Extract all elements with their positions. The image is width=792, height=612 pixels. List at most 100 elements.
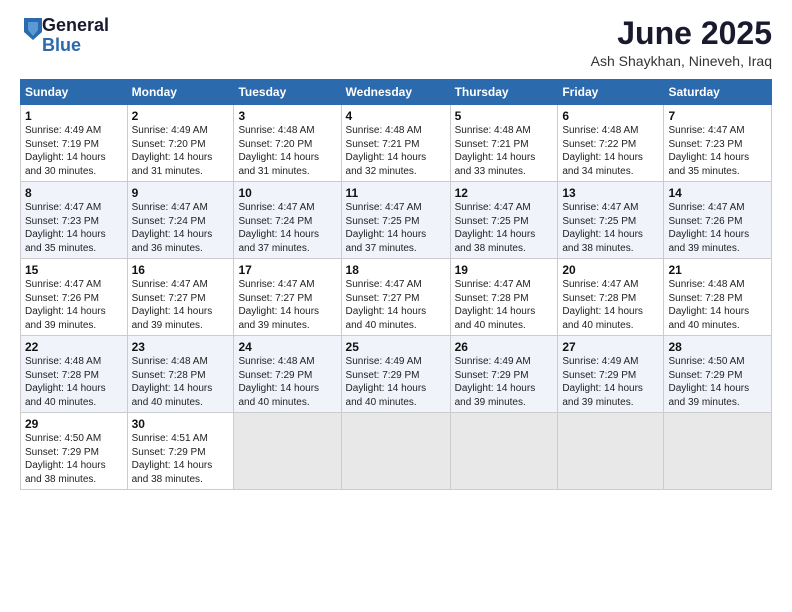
- daylight-text: Daylight: 14 hours and 37 minutes.: [346, 229, 427, 254]
- sunrise-text: Sunrise: 4:47 AM: [25, 279, 101, 290]
- day-info: Sunrise: 4:49 AM Sunset: 7:19 PM Dayligh…: [25, 124, 123, 178]
- day-number: 25: [346, 340, 446, 354]
- sunset-text: Sunset: 7:22 PM: [562, 139, 636, 150]
- day-cell: 1 Sunrise: 4:49 AM Sunset: 7:19 PM Dayli…: [21, 105, 128, 182]
- day-number: 28: [668, 340, 767, 354]
- day-info: Sunrise: 4:47 AM Sunset: 7:25 PM Dayligh…: [455, 201, 554, 255]
- daylight-text: Daylight: 14 hours and 39 minutes.: [668, 229, 749, 254]
- col-saturday: Saturday: [664, 80, 772, 105]
- sunrise-text: Sunrise: 4:48 AM: [562, 125, 638, 136]
- daylight-text: Daylight: 14 hours and 31 minutes.: [238, 152, 319, 177]
- day-cell: 13 Sunrise: 4:47 AM Sunset: 7:25 PM Dayl…: [558, 182, 664, 259]
- day-cell: 4 Sunrise: 4:48 AM Sunset: 7:21 PM Dayli…: [341, 105, 450, 182]
- day-cell: 26 Sunrise: 4:49 AM Sunset: 7:29 PM Dayl…: [450, 336, 558, 413]
- daylight-text: Daylight: 14 hours and 39 minutes.: [238, 306, 319, 331]
- day-number: 6: [562, 109, 659, 123]
- day-info: Sunrise: 4:47 AM Sunset: 7:27 PM Dayligh…: [132, 278, 230, 332]
- day-number: 17: [238, 263, 336, 277]
- day-cell: [664, 413, 772, 490]
- daylight-text: Daylight: 14 hours and 38 minutes.: [25, 460, 106, 485]
- daylight-text: Daylight: 14 hours and 40 minutes.: [562, 306, 643, 331]
- day-info: Sunrise: 4:48 AM Sunset: 7:28 PM Dayligh…: [668, 278, 767, 332]
- day-info: Sunrise: 4:47 AM Sunset: 7:26 PM Dayligh…: [25, 278, 123, 332]
- daylight-text: Daylight: 14 hours and 39 minutes.: [562, 383, 643, 408]
- day-info: Sunrise: 4:47 AM Sunset: 7:23 PM Dayligh…: [25, 201, 123, 255]
- sunset-text: Sunset: 7:27 PM: [346, 293, 420, 304]
- daylight-text: Daylight: 14 hours and 30 minutes.: [25, 152, 106, 177]
- sunset-text: Sunset: 7:26 PM: [25, 293, 99, 304]
- sunrise-text: Sunrise: 4:49 AM: [562, 356, 638, 367]
- page: General Blue June 2025 Ash Shaykhan, Nin…: [0, 0, 792, 612]
- day-cell: 10 Sunrise: 4:47 AM Sunset: 7:24 PM Dayl…: [234, 182, 341, 259]
- day-cell: 29 Sunrise: 4:50 AM Sunset: 7:29 PM Dayl…: [21, 413, 128, 490]
- sunset-text: Sunset: 7:21 PM: [346, 139, 420, 150]
- day-cell: [234, 413, 341, 490]
- week-row-3: 15 Sunrise: 4:47 AM Sunset: 7:26 PM Dayl…: [21, 259, 772, 336]
- day-number: 10: [238, 186, 336, 200]
- day-cell: 17 Sunrise: 4:47 AM Sunset: 7:27 PM Dayl…: [234, 259, 341, 336]
- col-monday: Monday: [127, 80, 234, 105]
- daylight-text: Daylight: 14 hours and 33 minutes.: [455, 152, 536, 177]
- day-number: 30: [132, 417, 230, 431]
- sunrise-text: Sunrise: 4:48 AM: [132, 356, 208, 367]
- logo-general-text: General: [42, 16, 109, 36]
- day-number: 26: [455, 340, 554, 354]
- sunrise-text: Sunrise: 4:50 AM: [25, 433, 101, 444]
- day-cell: 20 Sunrise: 4:47 AM Sunset: 7:28 PM Dayl…: [558, 259, 664, 336]
- day-cell: 30 Sunrise: 4:51 AM Sunset: 7:29 PM Dayl…: [127, 413, 234, 490]
- day-info: Sunrise: 4:47 AM Sunset: 7:28 PM Dayligh…: [455, 278, 554, 332]
- day-cell: 9 Sunrise: 4:47 AM Sunset: 7:24 PM Dayli…: [127, 182, 234, 259]
- day-cell: 11 Sunrise: 4:47 AM Sunset: 7:25 PM Dayl…: [341, 182, 450, 259]
- sunrise-text: Sunrise: 4:48 AM: [346, 125, 422, 136]
- day-info: Sunrise: 4:47 AM Sunset: 7:27 PM Dayligh…: [346, 278, 446, 332]
- day-cell: 25 Sunrise: 4:49 AM Sunset: 7:29 PM Dayl…: [341, 336, 450, 413]
- sunrise-text: Sunrise: 4:47 AM: [668, 125, 744, 136]
- day-number: 9: [132, 186, 230, 200]
- daylight-text: Daylight: 14 hours and 35 minutes.: [25, 229, 106, 254]
- location: Ash Shaykhan, Nineveh, Iraq: [591, 53, 772, 69]
- sunset-text: Sunset: 7:27 PM: [132, 293, 206, 304]
- day-info: Sunrise: 4:48 AM Sunset: 7:21 PM Dayligh…: [346, 124, 446, 178]
- day-number: 8: [25, 186, 123, 200]
- day-info: Sunrise: 4:48 AM Sunset: 7:22 PM Dayligh…: [562, 124, 659, 178]
- week-row-4: 22 Sunrise: 4:48 AM Sunset: 7:28 PM Dayl…: [21, 336, 772, 413]
- day-info: Sunrise: 4:50 AM Sunset: 7:29 PM Dayligh…: [25, 432, 123, 486]
- col-thursday: Thursday: [450, 80, 558, 105]
- day-info: Sunrise: 4:49 AM Sunset: 7:29 PM Dayligh…: [346, 355, 446, 409]
- day-info: Sunrise: 4:47 AM Sunset: 7:28 PM Dayligh…: [562, 278, 659, 332]
- sunset-text: Sunset: 7:29 PM: [132, 447, 206, 458]
- sunrise-text: Sunrise: 4:49 AM: [346, 356, 422, 367]
- day-number: 2: [132, 109, 230, 123]
- day-number: 18: [346, 263, 446, 277]
- day-number: 24: [238, 340, 336, 354]
- day-cell: 3 Sunrise: 4:48 AM Sunset: 7:20 PM Dayli…: [234, 105, 341, 182]
- daylight-text: Daylight: 14 hours and 40 minutes.: [25, 383, 106, 408]
- week-row-1: 1 Sunrise: 4:49 AM Sunset: 7:19 PM Dayli…: [21, 105, 772, 182]
- day-info: Sunrise: 4:48 AM Sunset: 7:28 PM Dayligh…: [132, 355, 230, 409]
- day-number: 12: [455, 186, 554, 200]
- logo-blue-text: Blue: [42, 36, 109, 56]
- week-row-5: 29 Sunrise: 4:50 AM Sunset: 7:29 PM Dayl…: [21, 413, 772, 490]
- day-info: Sunrise: 4:48 AM Sunset: 7:20 PM Dayligh…: [238, 124, 336, 178]
- day-cell: 28 Sunrise: 4:50 AM Sunset: 7:29 PM Dayl…: [664, 336, 772, 413]
- day-number: 1: [25, 109, 123, 123]
- sunset-text: Sunset: 7:24 PM: [238, 216, 312, 227]
- day-number: 19: [455, 263, 554, 277]
- sunrise-text: Sunrise: 4:49 AM: [25, 125, 101, 136]
- day-number: 16: [132, 263, 230, 277]
- sunrise-text: Sunrise: 4:49 AM: [455, 356, 531, 367]
- sunset-text: Sunset: 7:28 PM: [132, 370, 206, 381]
- sunrise-text: Sunrise: 4:47 AM: [455, 279, 531, 290]
- day-info: Sunrise: 4:47 AM Sunset: 7:25 PM Dayligh…: [562, 201, 659, 255]
- sunrise-text: Sunrise: 4:47 AM: [455, 202, 531, 213]
- day-number: 7: [668, 109, 767, 123]
- sunrise-text: Sunrise: 4:47 AM: [132, 279, 208, 290]
- sunrise-text: Sunrise: 4:48 AM: [238, 125, 314, 136]
- day-info: Sunrise: 4:49 AM Sunset: 7:29 PM Dayligh…: [455, 355, 554, 409]
- daylight-text: Daylight: 14 hours and 40 minutes.: [238, 383, 319, 408]
- sunrise-text: Sunrise: 4:47 AM: [346, 202, 422, 213]
- col-sunday: Sunday: [21, 80, 128, 105]
- daylight-text: Daylight: 14 hours and 40 minutes.: [132, 383, 213, 408]
- sunrise-text: Sunrise: 4:48 AM: [25, 356, 101, 367]
- logo-text: General Blue: [42, 16, 109, 56]
